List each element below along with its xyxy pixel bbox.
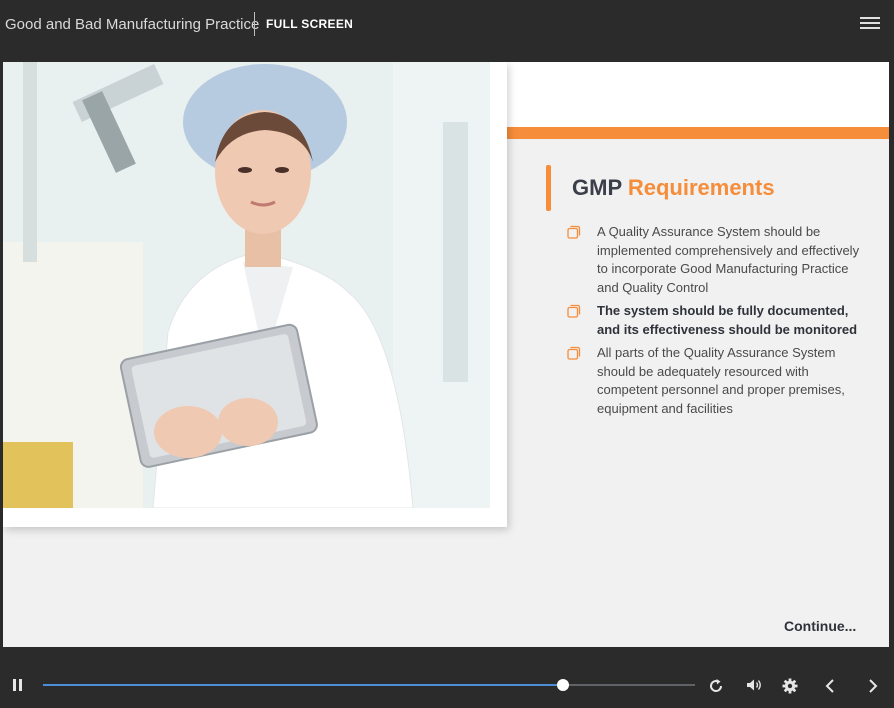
- slide-content: GMP Requirements A Quality Assurance Sys…: [3, 62, 889, 647]
- photo-card: [3, 62, 507, 527]
- woman-in-lab-coat-with-tablet-photo: [3, 62, 490, 508]
- copy-squares-icon: [567, 304, 581, 318]
- bullet-text: The system should be fully documented, a…: [597, 303, 858, 337]
- progress-bar[interactable]: [43, 679, 695, 691]
- top-bar: Good and Bad Manufacturing Practice FULL…: [0, 0, 894, 48]
- progress-fill: [43, 684, 563, 686]
- bullet-text: All parts of the Quality Assurance Syste…: [597, 345, 845, 416]
- list-item: The system should be fully documented, a…: [565, 302, 865, 339]
- course-title: Good and Bad Manufacturing Practice: [5, 16, 260, 33]
- slide-heading: GMP Requirements: [572, 175, 775, 201]
- continue-button[interactable]: Continue...: [784, 618, 856, 634]
- accent-orange-band: [503, 127, 889, 139]
- pause-icon[interactable]: [12, 678, 24, 692]
- volume-icon[interactable]: [746, 678, 764, 692]
- header-white-band: [503, 62, 889, 127]
- requirements-list: A Quality Assurance System should be imp…: [565, 223, 865, 423]
- full-screen-button[interactable]: FULL SCREEN: [266, 17, 353, 31]
- heading-accent-bar: [546, 165, 551, 211]
- copy-squares-icon: [567, 346, 581, 360]
- next-arrow-icon[interactable]: [867, 678, 879, 694]
- list-item: A Quality Assurance System should be imp…: [565, 223, 865, 297]
- heading-requirements: Requirements: [627, 175, 775, 200]
- settings-gear-icon[interactable]: [782, 678, 798, 694]
- bullet-text: A Quality Assurance System should be imp…: [597, 224, 860, 295]
- title-divider: [254, 12, 255, 36]
- replay-icon[interactable]: [708, 678, 724, 694]
- list-item: All parts of the Quality Assurance Syste…: [565, 344, 865, 418]
- hamburger-menu-icon[interactable]: [860, 17, 880, 31]
- previous-arrow-icon[interactable]: [824, 678, 836, 694]
- player-controls: [0, 660, 894, 708]
- heading-gmp: GMP: [572, 175, 622, 200]
- progress-thumb[interactable]: [556, 679, 569, 691]
- copy-squares-icon: [567, 225, 581, 239]
